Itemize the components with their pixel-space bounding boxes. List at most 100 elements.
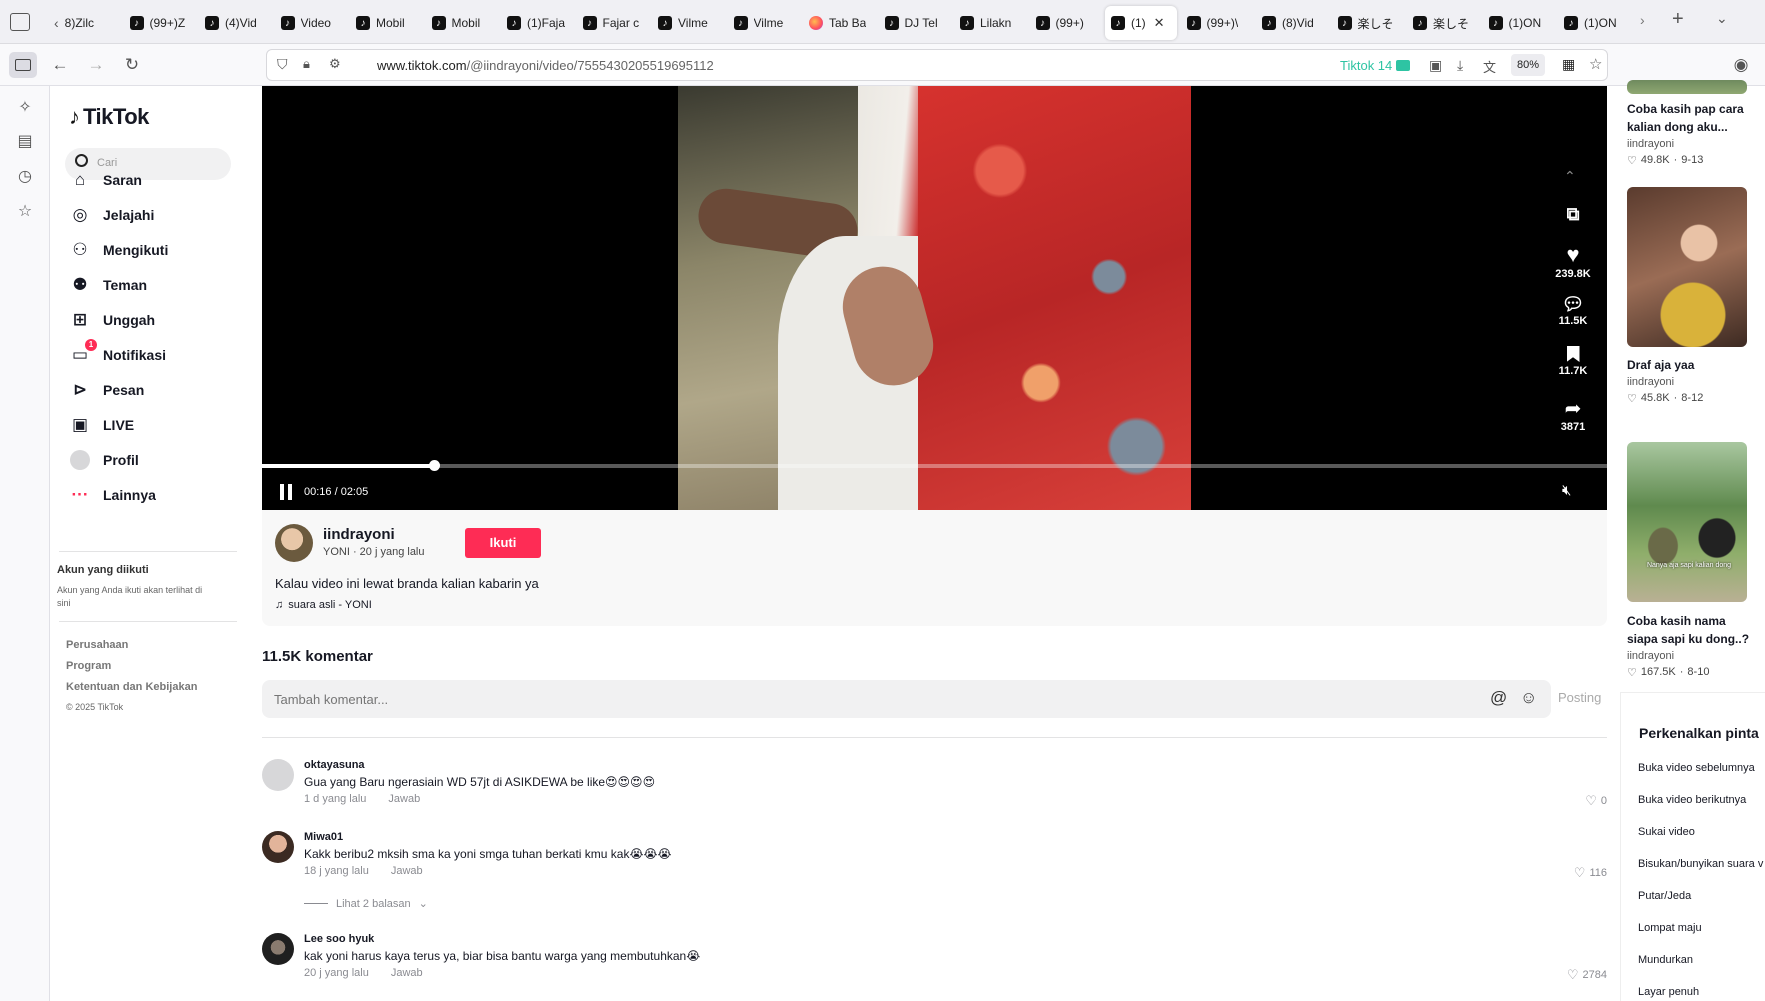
nav-item-unggah[interactable]: ⊞ Unggah <box>69 309 155 331</box>
extensions-grid-icon[interactable]: ▦ <box>1562 56 1575 73</box>
mention-at-icon[interactable]: @ <box>1490 688 1507 708</box>
zoom-level[interactable]: 80% <box>1511 54 1546 76</box>
comment-input[interactable] <box>274 689 1474 709</box>
author-username[interactable]: iindrayoni <box>323 526 395 543</box>
ai-sparkle-icon[interactable]: ✧ <box>14 96 36 118</box>
progress-track[interactable] <box>262 460 1607 471</box>
comment-username[interactable]: oktayasuna <box>304 759 365 771</box>
nav-item-mengikuti[interactable]: ⚇ Mengikuti <box>69 239 168 261</box>
save-to-collection-button[interactable]: ⧉ <box>1549 204 1597 225</box>
related-video-thumbnail[interactable] <box>1627 80 1747 94</box>
nav-item-notifikasi[interactable]: ▭ 1 Notifikasi <box>69 339 166 366</box>
browser-tab[interactable]: ♪ (99+) <box>1030 6 1100 40</box>
browser-tab[interactable]: ♪ 楽しそ <box>1407 6 1477 40</box>
shield-icon[interactable]: ⛉ <box>277 56 288 73</box>
footer-link[interactable]: Ketentuan dan Kebijakan <box>66 681 197 693</box>
browser-tab[interactable]: ♪ DJ Tel <box>879 6 949 40</box>
browser-tab[interactable]: ♪ Lilakn <box>954 6 1024 40</box>
related-video-title[interactable]: Coba kasih pap cara kalian dong aku... <box>1627 100 1752 136</box>
reply-button[interactable]: Jawab <box>388 793 420 805</box>
tiktok-extension-badge[interactable]: Tiktok 14 <box>1340 58 1411 73</box>
bookmark-star-icon[interactable]: ☆ <box>1589 55 1602 73</box>
pause-button[interactable] <box>280 484 294 500</box>
browser-tab[interactable]: Tab Ba <box>803 6 873 40</box>
comment-button[interactable]: 💬︎ 11.5K <box>1549 294 1597 327</box>
related-video-thumbnail[interactable]: Nanya aja sapi kalian dong <box>1627 442 1747 602</box>
forward-button[interactable]: → <box>82 52 110 78</box>
permissions-icon[interactable]: ⚙︎ <box>329 56 341 72</box>
nav-item-jelajahi[interactable]: ◎ Jelajahi <box>69 204 155 226</box>
browser-tab[interactable]: ♪ Video <box>275 6 345 40</box>
url-bar[interactable]: ⛉ 🔒︎ ⚙︎ www.tiktok.com/@iindrayoni/video… <box>266 49 1608 81</box>
tabs-scroll-right-icon[interactable]: › <box>1640 12 1645 28</box>
tab-overflow-chevron-icon[interactable]: ⌄ <box>1716 10 1728 27</box>
video-player[interactable]: ⌃ ⧉ ♥ 239.8K 💬︎ 11.5K 11.7K ➦ 3871 00:16… <box>262 86 1607 510</box>
browser-tab[interactable]: ♪ Mobil <box>426 6 496 40</box>
comment-like-button[interactable]: ♡ 116 <box>1574 865 1607 881</box>
browser-tab[interactable]: ♪ (99+)\ <box>1181 6 1251 40</box>
reload-button[interactable]: ↻ <box>118 52 146 78</box>
browser-tab[interactable]: ♪ (1) ✕ <box>1105 6 1177 40</box>
close-tab-icon[interactable]: ✕ <box>1154 15 1165 31</box>
mute-button[interactable]: 🔇︎ <box>1562 482 1571 499</box>
comment-like-button[interactable]: ♡ 2784 <box>1567 967 1607 983</box>
post-comment-button[interactable]: Posting <box>1558 690 1601 705</box>
translate-icon[interactable]: 文 <box>1483 57 1496 76</box>
browser-tab[interactable]: ♪ Vilme <box>728 6 798 40</box>
tiktok-logo[interactable]: ♪ TikTok <box>69 104 149 130</box>
commenter-avatar[interactable] <box>262 831 294 863</box>
new-tab-button[interactable]: + <box>1672 8 1684 31</box>
commenter-avatar[interactable] <box>262 759 294 791</box>
related-video-title[interactable]: Coba kasih nama siapa sapi ku dong..? <box>1627 612 1752 648</box>
scroll-up-chevron-icon[interactable]: ⌃ <box>1564 168 1576 185</box>
progress-knob[interactable] <box>429 460 441 471</box>
browser-tab[interactable]: ♪ (99+)Z <box>124 6 194 40</box>
comment-username[interactable]: Miwa01 <box>304 831 343 843</box>
video-frame[interactable] <box>678 86 1191 510</box>
browser-tab[interactable]: ♪ (1)ON <box>1558 6 1628 40</box>
browser-tab[interactable]: ♪ (4)Vid <box>199 6 269 40</box>
browser-tab[interactable]: ♪ 楽しそ <box>1332 6 1402 40</box>
sidebar-toggle-button[interactable] <box>9 52 37 78</box>
nav-item-pesan[interactable]: ⊳ Pesan <box>69 379 144 401</box>
comment-like-button[interactable]: ♡ 0 <box>1585 793 1607 809</box>
emoji-icon[interactable]: ☺ <box>1520 688 1537 708</box>
picture-in-picture-icon[interactable]: ▣ <box>1429 57 1442 74</box>
comment-username[interactable]: Lee soo hyuk <box>304 933 374 945</box>
footer-link[interactable]: Perusahaan <box>66 639 128 651</box>
related-video-title[interactable]: Draf aja yaa <box>1627 356 1752 374</box>
share-button[interactable]: ➦ 3871 <box>1549 396 1597 433</box>
account-icon[interactable]: ◉ <box>1727 52 1755 78</box>
lock-icon[interactable]: 🔒︎ <box>303 56 310 72</box>
nav-item-live[interactable]: ▣ LIVE <box>69 414 134 436</box>
tab-list-icon[interactable] <box>10 13 30 31</box>
commenter-avatar[interactable] <box>262 933 294 965</box>
related-video-author[interactable]: iindrayoni <box>1627 138 1674 150</box>
view-replies-button[interactable]: Lihat 2 balasan ⌄ <box>304 897 428 910</box>
related-video-author[interactable]: iindrayoni <box>1627 650 1674 662</box>
reply-button[interactable]: Jawab <box>391 865 423 877</box>
like-button[interactable]: ♥ 239.8K <box>1549 242 1597 280</box>
post-sound[interactable]: ♫ suara asli - YONI <box>275 599 372 611</box>
related-video-thumbnail[interactable] <box>1627 187 1747 347</box>
back-button[interactable]: ← <box>46 52 74 78</box>
browser-tab[interactable]: ♪ (1)Faja <box>501 6 571 40</box>
synced-tabs-icon[interactable]: ▤ <box>14 130 36 152</box>
nav-item-lainnya[interactable]: ··· Lainnya <box>69 484 156 506</box>
browser-tab[interactable]: ♪ (1)ON <box>1483 6 1553 40</box>
bookmarks-star-icon[interactable]: ☆ <box>14 200 36 222</box>
footer-link[interactable]: Program <box>66 660 111 672</box>
nav-item-saran[interactable]: ⌂ Saran <box>69 169 142 191</box>
history-clock-icon[interactable]: ◷ <box>14 165 36 187</box>
browser-tab[interactable]: ♪ Fajar c <box>577 6 647 40</box>
reply-button[interactable]: Jawab <box>391 967 423 979</box>
browser-tab[interactable]: ♪ Mobil <box>350 6 420 40</box>
download-icon[interactable]: ⤓ <box>1457 57 1463 74</box>
related-video-author[interactable]: iindrayoni <box>1627 376 1674 388</box>
browser-tab[interactable]: ‹ 8)Zilc <box>48 6 118 40</box>
follow-button[interactable]: Ikuti <box>465 528 541 558</box>
browser-tab[interactable]: ♪ Vilme <box>652 6 722 40</box>
author-avatar[interactable] <box>275 524 313 562</box>
bookmark-button[interactable]: 11.7K <box>1549 346 1597 377</box>
browser-tab[interactable]: ♪ (8)Vid <box>1256 6 1326 40</box>
